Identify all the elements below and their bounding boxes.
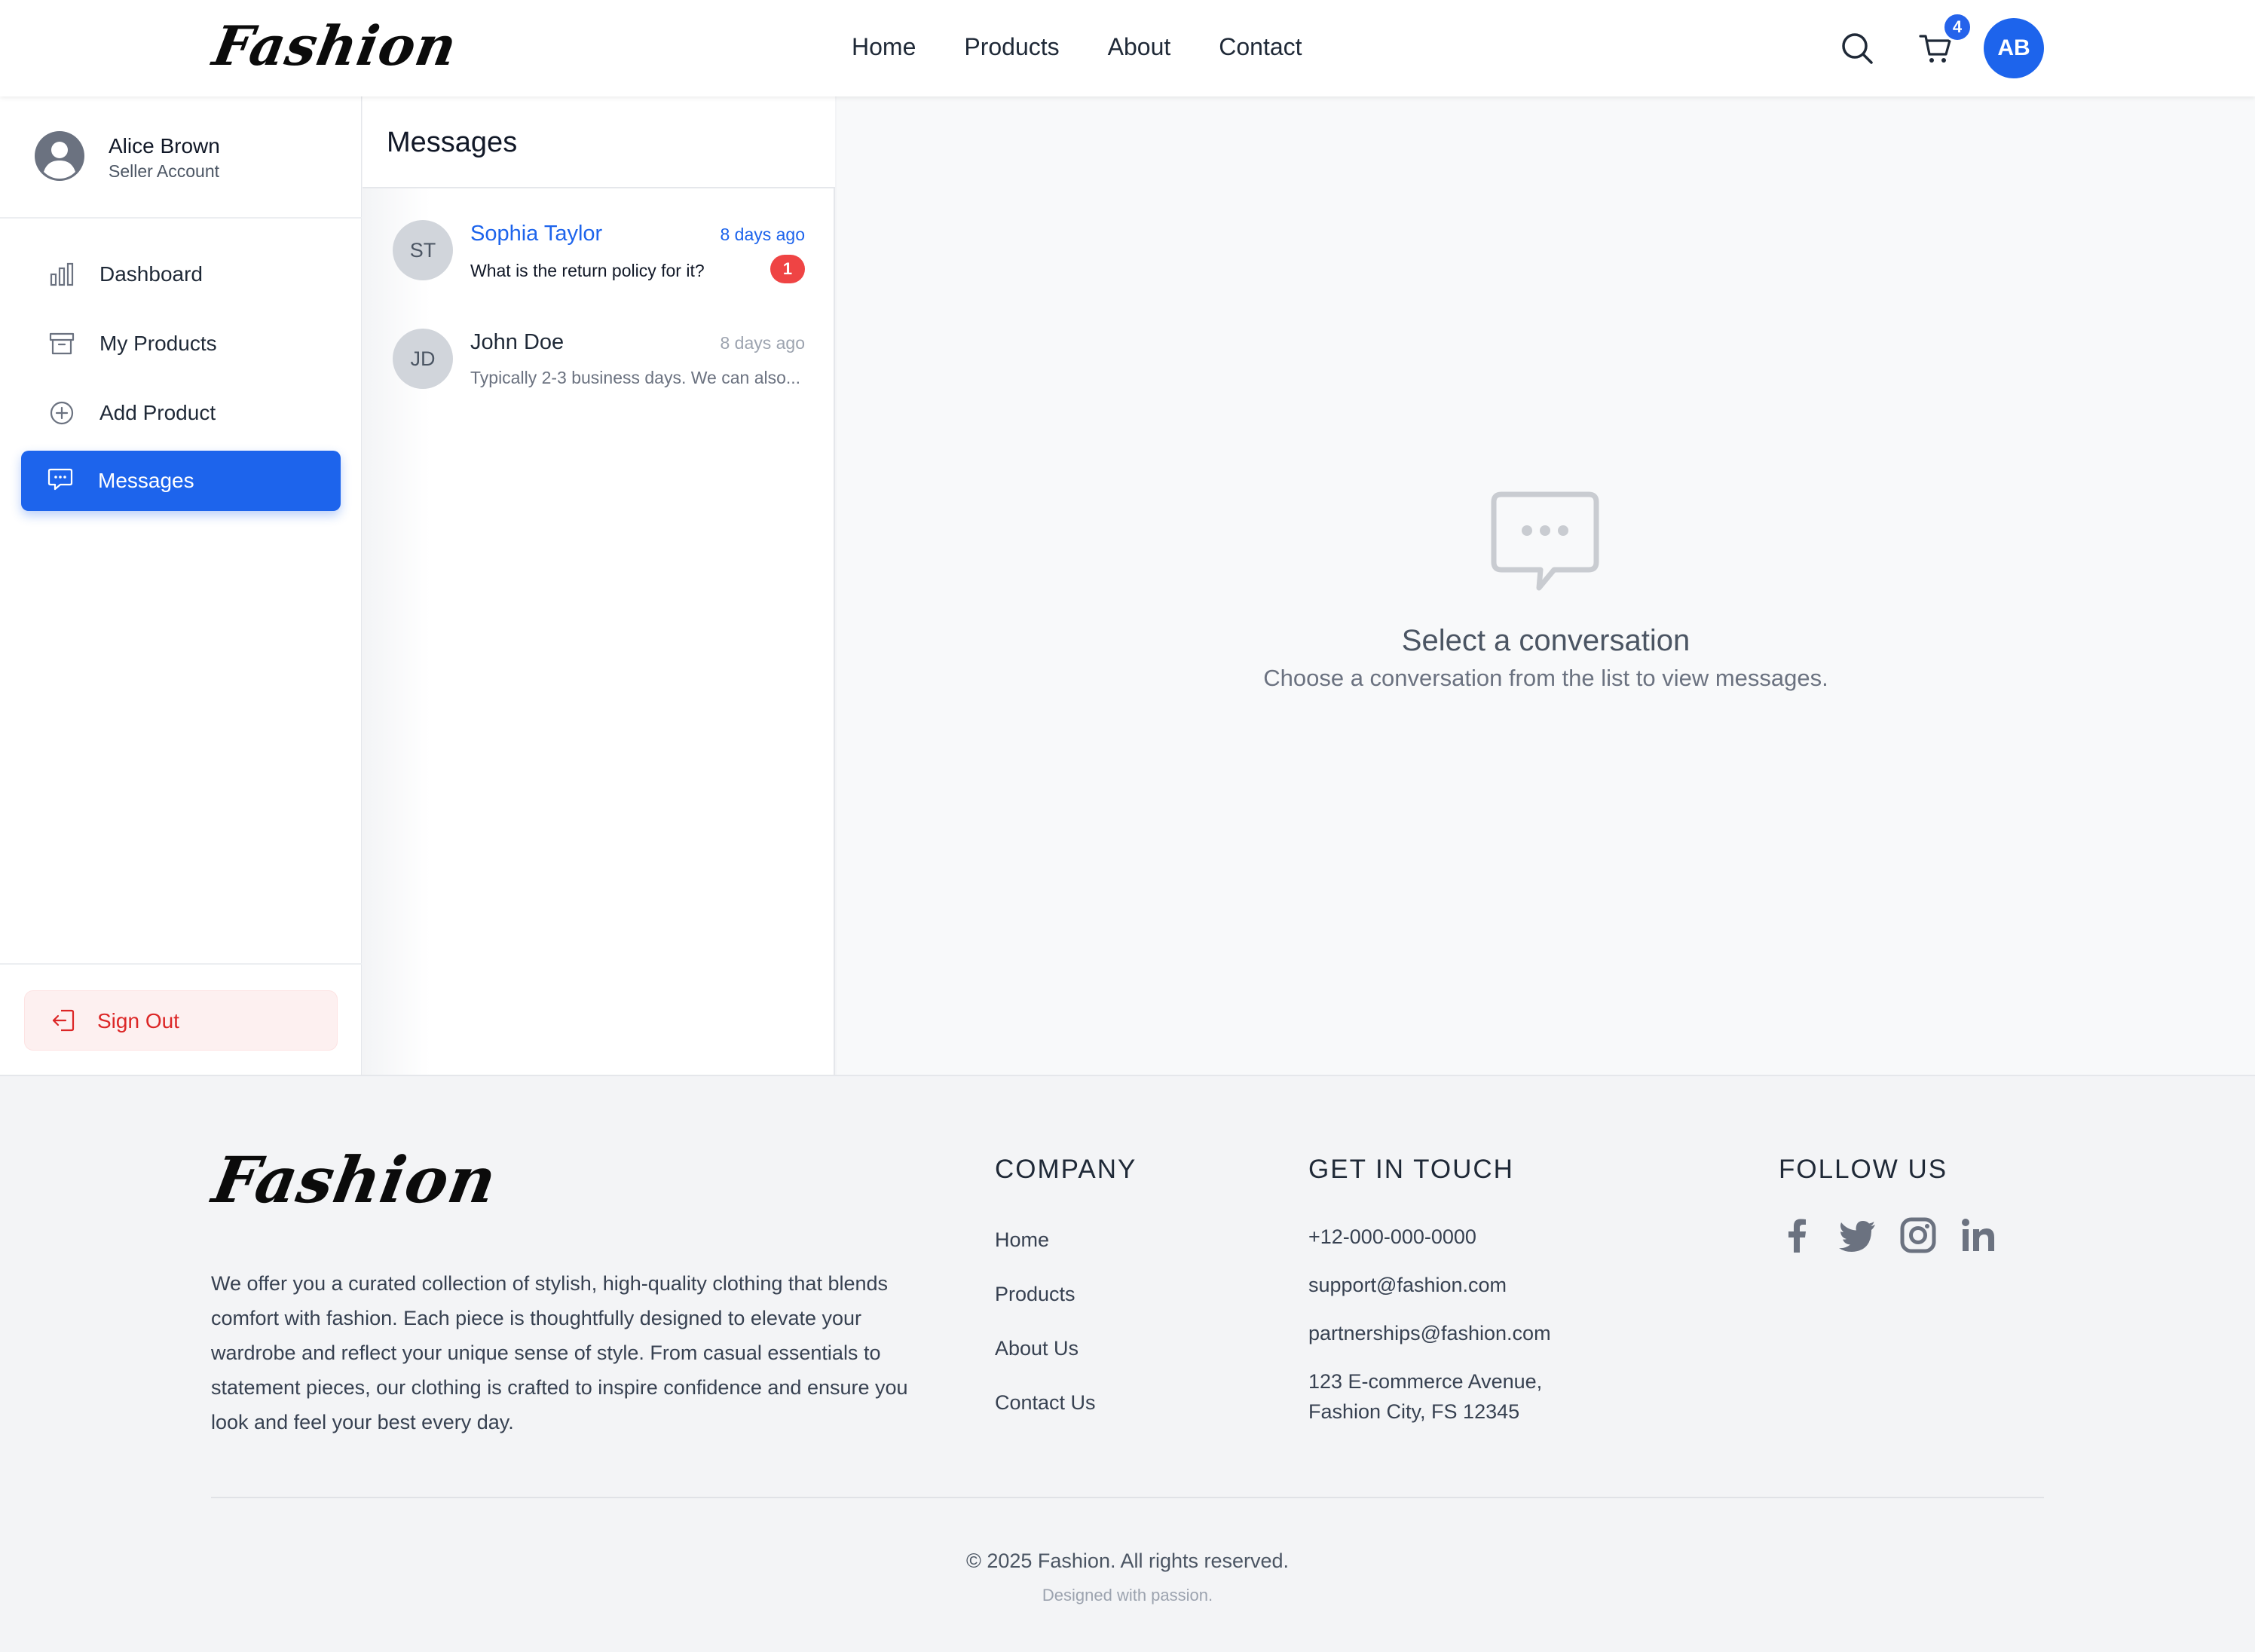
user-name: Alice Brown <box>109 134 220 158</box>
footer-link-about-us[interactable]: About Us <box>995 1337 1079 1360</box>
sidebar-item-label: My Products <box>99 332 217 355</box>
sidebar-item-dashboard[interactable]: Dashboard <box>21 244 341 304</box>
footer-link-products[interactable]: Products <box>995 1283 1075 1306</box>
footer-phone[interactable]: +12-000-000-0000 <box>1308 1225 1476 1249</box>
sidebar-item-messages[interactable]: Messages <box>21 451 341 511</box>
footer-address-line2: Fashion City, FS 12345 <box>1308 1400 1520 1423</box>
footer-address-line1: 123 E-commerce Avenue, <box>1308 1370 1543 1393</box>
footer-contact-heading: GET IN TOUCH <box>1308 1155 1514 1184</box>
plus-circle-icon <box>50 401 74 425</box>
chat-bubble-icon <box>47 468 73 491</box>
sidebar-item-label: Dashboard <box>99 262 203 286</box>
twitter-icon[interactable] <box>1837 1215 1878 1256</box>
sign-out-label: Sign Out <box>97 1009 179 1032</box>
conversation-name: John Doe <box>470 330 565 354</box>
user-role: Seller Account <box>109 161 220 181</box>
sign-out-button[interactable]: Sign Out <box>24 990 338 1051</box>
linkedin-icon[interactable] <box>1958 1215 1999 1256</box>
conversation-view: Select a conversation Choose a conversat… <box>837 96 2255 1075</box>
sign-out-icon <box>52 1009 75 1032</box>
user-avatar-button[interactable]: AB <box>1984 18 2044 78</box>
search-icon[interactable] <box>1839 30 1875 66</box>
footer-follow-heading: FOLLOW US <box>1779 1155 1948 1184</box>
footer-link-contact-us[interactable]: Contact Us <box>995 1391 1096 1415</box>
footer-copyright: © 2025 Fashion. All rights reserved. <box>965 1550 1290 1572</box>
footer-support-email[interactable]: support@fashion.com <box>1308 1274 1507 1297</box>
archive-box-icon <box>49 332 75 355</box>
conversation-snippet: Typically 2-3 business days. We can also… <box>470 368 801 387</box>
messages-title: Messages <box>387 127 518 158</box>
top-header: Fashion Home Products About Contact 4 AB <box>0 0 2255 96</box>
sidebar-item-add-product[interactable]: Add Product <box>21 383 341 443</box>
footer-designed-note: Designed with passion. <box>1042 1586 1213 1605</box>
conversation-item[interactable]: ST Sophia Taylor 8 days ago What is the … <box>363 190 835 295</box>
conversation-avatar: JD <box>393 329 453 389</box>
conversation-item[interactable]: JD John Doe 8 days ago Typically 2-3 bus… <box>363 298 835 404</box>
conversation-avatar: ST <box>393 220 453 280</box>
footer-divider <box>211 1497 2044 1498</box>
site-footer: Fashion We offer you a curated collectio… <box>0 1075 2255 1652</box>
footer-about-text: We offer you a curated collection of sty… <box>211 1272 908 1433</box>
conversation-time: 8 days ago <box>720 225 805 244</box>
sidebar: Alice Brown Seller Account Dashboard My … <box>0 96 362 1075</box>
conversation-snippet: What is the return policy for it? <box>470 261 705 280</box>
user-card: Alice Brown Seller Account <box>0 96 362 219</box>
bar-chart-icon <box>50 262 74 286</box>
nav-about[interactable]: About <box>1108 33 1171 61</box>
sidebar-item-label: Messages <box>98 469 194 492</box>
user-avatar-icon <box>35 131 84 181</box>
conversation-name: Sophia Taylor <box>470 222 603 246</box>
footer-partner-email[interactable]: partnerships@fashion.com <box>1308 1322 1551 1345</box>
empty-state-subtitle: Choose a conversation from the list to v… <box>1263 665 1828 691</box>
sidebar-footer: Sign Out <box>0 963 362 1075</box>
nav-home[interactable]: Home <box>852 33 916 61</box>
footer-logo[interactable]: Fashion <box>207 1143 502 1217</box>
instagram-icon[interactable] <box>1898 1215 1938 1256</box>
chat-bubble-icon <box>1491 491 1599 591</box>
messages-header: Messages <box>363 96 835 188</box>
nav-contact[interactable]: Contact <box>1219 33 1302 61</box>
footer-company-heading: COMPANY <box>995 1155 1137 1184</box>
sidebar-item-label: Add Product <box>99 401 216 424</box>
main-nav: Home Products About Contact <box>852 0 1351 93</box>
empty-state-title: Select a conversation <box>1401 624 1690 657</box>
footer-link-home[interactable]: Home <box>995 1228 1049 1252</box>
facebook-icon[interactable] <box>1777 1215 1818 1256</box>
conversation-list-panel: Messages ST Sophia Taylor 8 days ago Wha… <box>363 96 835 1075</box>
nav-products[interactable]: Products <box>964 33 1059 61</box>
cart-count-badge: 4 <box>1942 12 1972 42</box>
brand-logo[interactable]: Fashion <box>209 14 462 78</box>
sidebar-item-my-products[interactable]: My Products <box>21 314 341 374</box>
unread-count-badge: 1 <box>770 255 805 283</box>
conversation-time: 8 days ago <box>720 333 805 353</box>
